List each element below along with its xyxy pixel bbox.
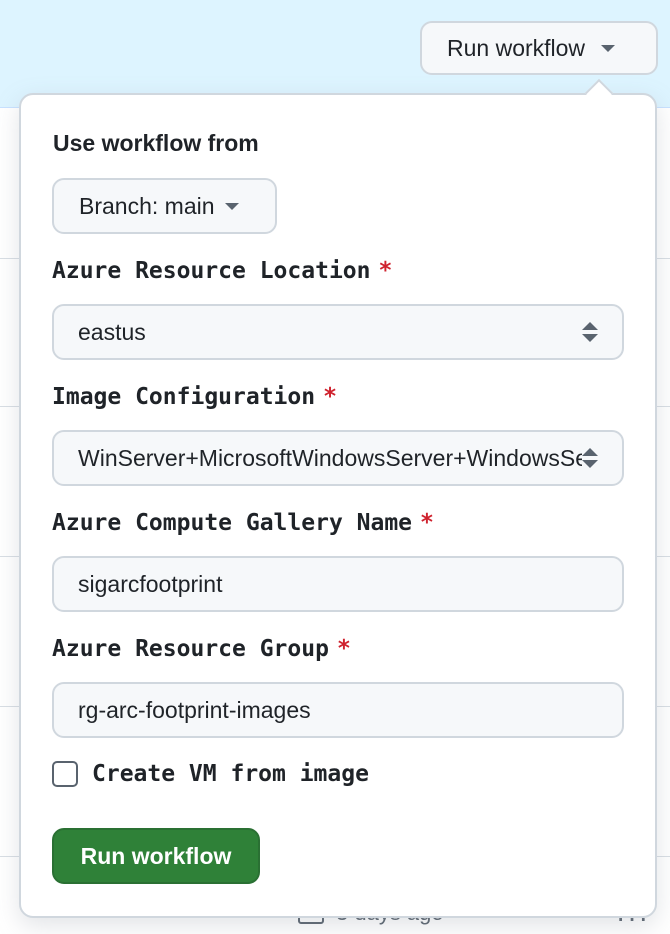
required-asterisk: * bbox=[420, 510, 434, 536]
select-value: eastus bbox=[78, 318, 146, 345]
label-text: Azure Resource Group bbox=[52, 636, 329, 662]
resource-location-select[interactable]: eastus bbox=[52, 304, 624, 360]
branch-select-button[interactable]: Branch: main bbox=[52, 178, 277, 234]
select-value: WinServer+MicrosoftWindowsServer+Windows… bbox=[78, 444, 582, 471]
label-text: Azure Resource Location bbox=[52, 258, 371, 284]
input-value: rg-arc-footprint-images bbox=[78, 696, 311, 723]
checkbox-unchecked-icon[interactable] bbox=[52, 761, 78, 787]
field-label-resource-group: Azure Resource Group * bbox=[52, 636, 351, 662]
run-workflow-submit-button[interactable]: Run workflow bbox=[52, 828, 260, 884]
run-workflow-label: Run workflow bbox=[447, 34, 586, 61]
branch-label: Branch: main bbox=[79, 192, 215, 219]
create-vm-checkbox-row[interactable]: Create VM from image bbox=[52, 761, 369, 787]
chevron-down-icon bbox=[224, 202, 239, 210]
gallery-name-input[interactable]: sigarcfootprint bbox=[52, 556, 624, 612]
updown-select-icon bbox=[582, 322, 598, 342]
create-vm-label[interactable]: Create VM from image bbox=[92, 761, 369, 787]
resource-group-input[interactable]: rg-arc-footprint-images bbox=[52, 682, 624, 738]
run-workflow-dropdown-button[interactable]: Run workflow bbox=[420, 21, 658, 75]
required-asterisk: * bbox=[378, 258, 393, 284]
updown-select-icon bbox=[582, 448, 598, 468]
field-label-resource-location: Azure Resource Location * bbox=[52, 258, 392, 284]
image-configuration-select[interactable]: WinServer+MicrosoftWindowsServer+Windows… bbox=[52, 430, 624, 486]
label-text: Image Configuration bbox=[52, 384, 316, 410]
input-value: sigarcfootprint bbox=[78, 570, 223, 597]
chevron-down-icon bbox=[601, 44, 616, 52]
use-workflow-from-heading: Use workflow from bbox=[53, 130, 259, 156]
field-label-image-configuration: Image Configuration * bbox=[52, 384, 337, 410]
required-asterisk: * bbox=[323, 384, 337, 410]
label-text: Azure Compute Gallery Name bbox=[52, 510, 413, 536]
required-asterisk: * bbox=[336, 636, 351, 662]
field-label-gallery-name: Azure Compute Gallery Name * bbox=[52, 510, 434, 536]
